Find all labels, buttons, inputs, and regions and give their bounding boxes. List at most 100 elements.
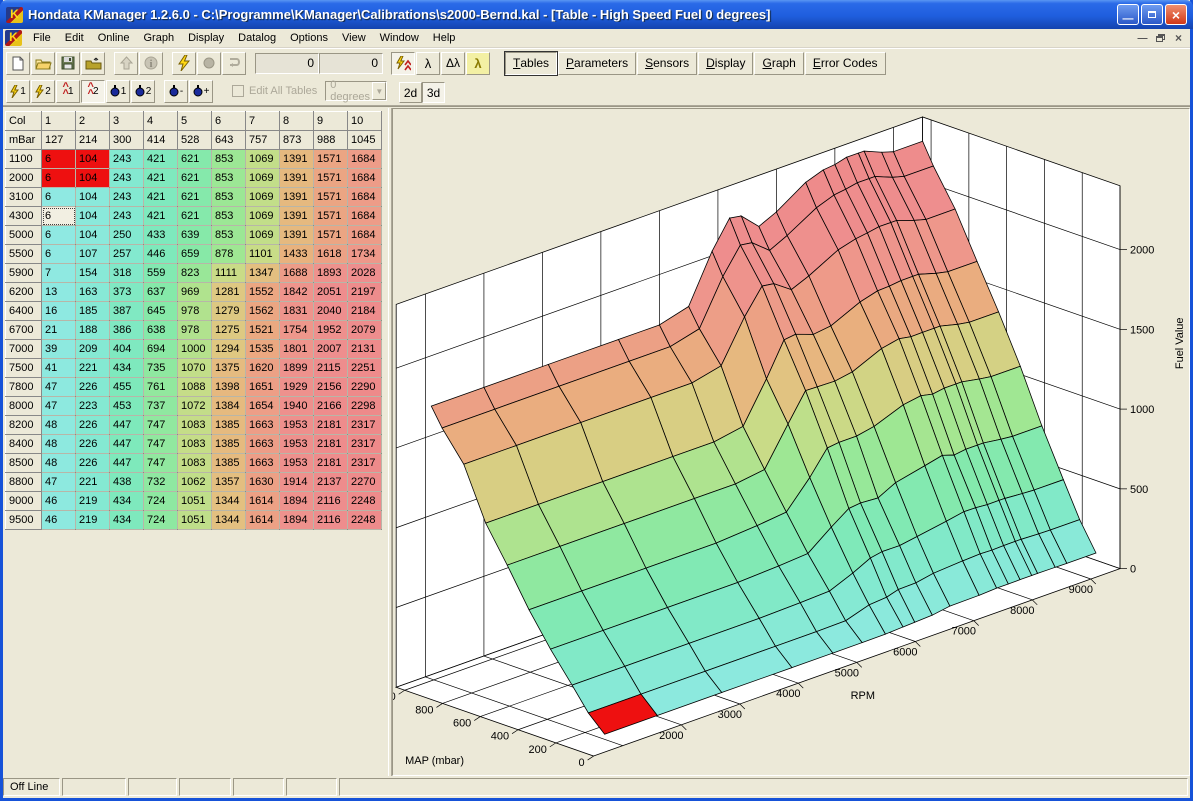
fuel-cell[interactable]: 2079 — [348, 321, 382, 340]
delta-lambda-button[interactable]: Δλ — [441, 52, 465, 75]
fuel-cell[interactable]: 243 — [110, 150, 144, 169]
fuel-cell[interactable]: 853 — [212, 188, 246, 207]
fuel-cell[interactable]: 1398 — [212, 378, 246, 397]
open-file-button[interactable] — [31, 52, 55, 75]
fuel-cell[interactable]: 1684 — [348, 207, 382, 226]
fuel-cell[interactable]: 1562 — [246, 302, 280, 321]
fuel-cell[interactable]: 747 — [144, 416, 178, 435]
menu-display[interactable]: Display — [181, 30, 231, 46]
fuel-cell[interactable]: 2007 — [314, 340, 348, 359]
fuel-cell[interactable]: 1391 — [280, 207, 314, 226]
fuel-cell[interactable]: 638 — [144, 321, 178, 340]
fuel-cell[interactable]: 2181 — [314, 435, 348, 454]
fuel-cell[interactable]: 724 — [144, 511, 178, 530]
fuel-cell[interactable]: 1663 — [246, 454, 280, 473]
child-minimize-button[interactable]: — — [1135, 32, 1150, 45]
fuel-cell[interactable]: 823 — [178, 264, 212, 283]
fuel-cell[interactable]: 1953 — [280, 416, 314, 435]
fuel-cell[interactable]: 2270 — [348, 473, 382, 492]
rpm-row-header[interactable]: 6700 — [6, 321, 42, 340]
fuel-cell[interactable]: 243 — [110, 207, 144, 226]
fuel-cell[interactable]: 2137 — [314, 473, 348, 492]
fuel-cell[interactable]: 107 — [76, 245, 110, 264]
fuel-cell[interactable]: 2248 — [348, 492, 382, 511]
fuel-cell[interactable]: 2317 — [348, 454, 382, 473]
fuel-cell[interactable]: 2181 — [314, 416, 348, 435]
rpm-row-header[interactable]: 9000 — [6, 492, 42, 511]
fuel-cell[interactable]: 1654 — [246, 397, 280, 416]
fuel-cell[interactable]: 1391 — [280, 150, 314, 169]
fuel-cell[interactable]: 1899 — [280, 359, 314, 378]
fuel-cell[interactable]: 421 — [144, 207, 178, 226]
menu-help[interactable]: Help — [426, 30, 463, 46]
rpm-row-header[interactable]: 7500 — [6, 359, 42, 378]
fuel-cell[interactable]: 2290 — [348, 378, 382, 397]
fuel-cell[interactable]: 1630 — [246, 473, 280, 492]
fuel-cell[interactable]: 386 — [110, 321, 144, 340]
menu-options[interactable]: Options — [283, 30, 335, 46]
fuel-cell[interactable]: 2181 — [314, 454, 348, 473]
fuel-cell[interactable]: 1375 — [212, 359, 246, 378]
fuel-cell[interactable]: 48 — [42, 435, 76, 454]
fuel-cell[interactable]: 1083 — [178, 416, 212, 435]
fuel-cell[interactable]: 16 — [42, 302, 76, 321]
upload-button[interactable] — [114, 52, 138, 75]
fuel-cell[interactable]: 250 — [110, 226, 144, 245]
fuel-cell[interactable]: 621 — [178, 150, 212, 169]
fuel-cell[interactable]: 163 — [76, 283, 110, 302]
menu-file[interactable]: File — [26, 30, 58, 46]
fuel-cell[interactable]: 2317 — [348, 416, 382, 435]
fuel-cell[interactable]: 209 — [76, 340, 110, 359]
fuel-cell[interactable]: 1385 — [212, 416, 246, 435]
fuel-cell[interactable]: 1051 — [178, 492, 212, 511]
fuel-cell[interactable]: 1294 — [212, 340, 246, 359]
fuel-cell[interactable]: 421 — [144, 169, 178, 188]
fuel-cell[interactable]: 2251 — [348, 359, 382, 378]
fuel-cell[interactable]: 1391 — [280, 169, 314, 188]
fuel-cell[interactable]: 559 — [144, 264, 178, 283]
column-header[interactable]: 2 — [76, 112, 110, 131]
fuel-cell[interactable]: 2317 — [348, 435, 382, 454]
fuel-cell[interactable]: 2156 — [314, 378, 348, 397]
save-button[interactable] — [56, 52, 80, 75]
fuel-cell[interactable]: 853 — [212, 169, 246, 188]
fuel-cell[interactable]: 735 — [144, 359, 178, 378]
fuel-cell[interactable]: 1801 — [280, 340, 314, 359]
fuel-cell[interactable]: 41 — [42, 359, 76, 378]
column-header[interactable]: 10 — [348, 112, 382, 131]
fuel-cell[interactable]: 978 — [178, 302, 212, 321]
fuel-cell[interactable]: 226 — [76, 416, 110, 435]
column-header[interactable]: 6 — [212, 112, 246, 131]
rpm-row-header[interactable]: 2000 — [6, 169, 42, 188]
fuel-cell[interactable]: 243 — [110, 169, 144, 188]
fuel-cell[interactable]: 645 — [144, 302, 178, 321]
fuel-cell[interactable]: 6 — [42, 207, 76, 226]
fuel-cell[interactable]: 2116 — [314, 511, 348, 530]
fuel-cell[interactable]: 221 — [76, 359, 110, 378]
fuel-cell[interactable]: 1083 — [178, 454, 212, 473]
fuel-cell[interactable]: 1347 — [246, 264, 280, 283]
fuel-cell[interactable]: 1433 — [280, 245, 314, 264]
fuel-cell[interactable]: 387 — [110, 302, 144, 321]
child-close-button[interactable]: × — [1171, 32, 1186, 45]
value-field-1[interactable]: 0 — [255, 53, 319, 74]
fuel-cell[interactable]: 1929 — [280, 378, 314, 397]
view-display-button[interactable]: Display — [698, 52, 753, 75]
fuel-cell[interactable]: 434 — [110, 492, 144, 511]
map-header[interactable]: 414 — [144, 131, 178, 150]
fuel-cell[interactable]: 48 — [42, 454, 76, 473]
fuel-cell[interactable]: 39 — [42, 340, 76, 359]
fuel-cell[interactable]: 1111 — [212, 264, 246, 283]
fuel-cell[interactable]: 1734 — [348, 245, 382, 264]
fuel-cell[interactable]: 1281 — [212, 283, 246, 302]
fuel-cell[interactable]: 1571 — [314, 150, 348, 169]
fuel-cell[interactable]: 1344 — [212, 511, 246, 530]
view-3d-button[interactable]: 3d — [422, 82, 445, 103]
retard-button[interactable]: - — [164, 80, 188, 103]
fuel-cell[interactable]: 6 — [42, 188, 76, 207]
fuel-cell[interactable]: 421 — [144, 188, 178, 207]
close-button[interactable]: × — [1165, 4, 1187, 25]
fuel-cell[interactable]: 1275 — [212, 321, 246, 340]
fuel-cell[interactable]: 724 — [144, 492, 178, 511]
advance-button[interactable]: + — [189, 80, 213, 103]
